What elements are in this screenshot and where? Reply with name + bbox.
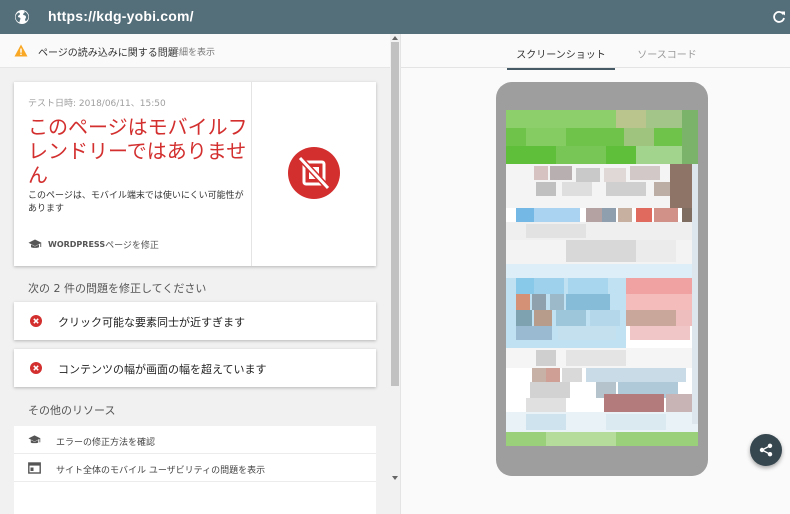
fix-wordpress-link[interactable]: WORDPRESS ページを修正 xyxy=(28,238,159,251)
page-screenshot xyxy=(506,110,698,446)
resource-item-site-usability[interactable]: サイト全体のモバイル ユーザビリティの問題を表示 xyxy=(14,454,376,482)
scroll-down-arrow[interactable] xyxy=(392,476,398,480)
issue-text: コンテンツの幅が画面の幅を超えています xyxy=(58,363,267,376)
mobile-unfriendly-icon xyxy=(288,147,340,199)
results-pane: ページの読み込みに関する問題 詳細を表示 テスト日時: 2018/06/11、1… xyxy=(0,34,400,514)
error-icon xyxy=(30,362,42,374)
share-button[interactable] xyxy=(750,434,782,466)
globe-icon xyxy=(15,10,29,24)
tab-source-code[interactable]: ソースコード xyxy=(627,46,707,61)
graduation-cap-icon xyxy=(28,435,41,444)
resources-heading: その他のリソース xyxy=(28,404,116,417)
resource-item-fix-errors[interactable]: エラーの修正方法を確認 xyxy=(14,426,376,454)
issue-item[interactable]: コンテンツの幅が画面の幅を超えています xyxy=(14,349,376,387)
share-icon xyxy=(759,443,773,457)
page-load-issue-text: ページの読み込みに関する問題 xyxy=(38,48,178,59)
result-title: このページはモバイルフレンドリーではありません xyxy=(28,117,248,187)
tab-divider xyxy=(401,67,790,68)
phone-frame xyxy=(496,82,708,476)
test-datetime: テスト日時: 2018/06/11、15:50 xyxy=(28,99,166,109)
issue-item[interactable]: クリック可能な要素同士が近すぎます xyxy=(14,302,376,340)
preview-pane: スクリーンショット ソースコード xyxy=(400,34,790,514)
issues-heading: 次の 2 件の問題を修正してください xyxy=(28,282,207,295)
wordpress-label: WORDPRESS xyxy=(48,240,106,249)
result-description: このページは、モバイル端末では使いにくい可能性があります xyxy=(28,191,244,214)
resource-text: サイト全体のモバイル ユーザビリティの問題を表示 xyxy=(56,466,266,476)
resource-text: エラーの修正方法を確認 xyxy=(56,438,156,448)
result-card: テスト日時: 2018/06/11、15:50 このページはモバイルフレンドリー… xyxy=(14,82,376,266)
url-text[interactable]: https://kdg-yobi.com/ xyxy=(48,8,194,24)
scrollbar-thumb[interactable] xyxy=(391,42,399,386)
card-divider xyxy=(251,82,252,266)
page-load-issue-bar: ページの読み込みに関する問題 詳細を表示 xyxy=(0,34,390,68)
show-details-link[interactable]: 詳細を表示 xyxy=(170,45,215,58)
scroll-up-arrow[interactable] xyxy=(392,36,398,40)
fix-page-label: ページを修正 xyxy=(105,241,159,251)
resources-list: エラーの修正方法を確認 サイト全体のモバイル ユーザビリティの問題を表示 xyxy=(14,426,376,514)
browser-window-icon xyxy=(28,462,41,474)
issue-text: クリック可能な要素同士が近すぎます xyxy=(58,316,245,329)
reload-icon[interactable] xyxy=(772,10,786,24)
graduation-cap-icon xyxy=(28,239,42,248)
address-bar: https://kdg-yobi.com/ xyxy=(0,0,790,34)
warning-icon xyxy=(14,44,28,57)
error-icon xyxy=(30,315,42,327)
